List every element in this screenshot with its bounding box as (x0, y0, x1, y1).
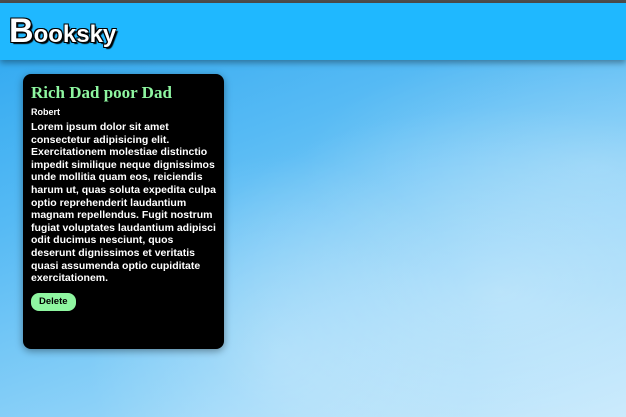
book-title: Rich Dad poor Dad (31, 83, 172, 102)
delete-button[interactable]: Delete (31, 292, 76, 311)
book-author: Robert (31, 107, 60, 117)
logo-first-letter: B (9, 12, 34, 50)
book-card: Rich Dad poor Dad Robert Lorem ipsum dol… (23, 74, 224, 349)
book-description: Lorem ipsum dolor sit amet consectetur a… (31, 121, 216, 285)
site-header: B ooksky (0, 3, 626, 60)
site-logo[interactable]: B ooksky (9, 11, 116, 51)
logo-text: ooksky (33, 21, 117, 48)
